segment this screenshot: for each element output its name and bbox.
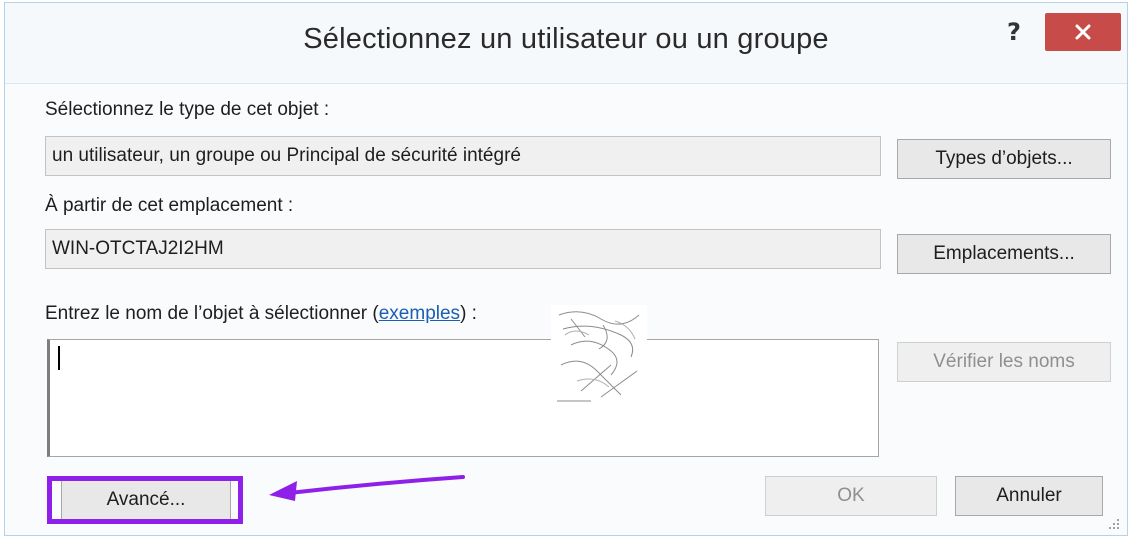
object-name-label-suffix: ) :	[460, 303, 477, 324]
check-names-button[interactable]: Vérifier les noms	[897, 342, 1111, 382]
location-field: WIN-OTCTAJ2I2HM	[45, 229, 881, 269]
location-label: À partir de cet emplacement :	[45, 195, 294, 216]
locations-button[interactable]: Emplacements...	[897, 234, 1111, 274]
object-type-label: Sélectionnez le type de cet objet :	[45, 99, 330, 120]
watermark-graphic	[551, 305, 647, 405]
help-button[interactable]: ?	[1001, 17, 1027, 47]
close-icon	[1075, 24, 1091, 40]
close-button[interactable]	[1045, 13, 1121, 51]
object-types-button[interactable]: Types d’objets...	[897, 139, 1111, 179]
examples-link[interactable]: exemples	[379, 303, 460, 324]
object-name-label-prefix: Entrez le nom de l’objet à sélectionner …	[45, 303, 379, 324]
title-bar: Sélectionnez un utilisateur ou un groupe…	[5, 3, 1127, 84]
object-type-field: un utilisateur, un groupe ou Principal d…	[45, 136, 881, 176]
resize-grip-icon[interactable]	[1107, 517, 1121, 531]
pointer-arrow-icon	[269, 475, 465, 501]
object-name-label: Entrez le nom de l’objet à sélectionner …	[45, 303, 477, 325]
advanced-button-highlight	[47, 476, 243, 524]
dialog-title: Sélectionnez un utilisateur ou un groupe	[303, 23, 829, 55]
select-user-or-group-dialog: Sélectionnez un utilisateur ou un groupe…	[4, 2, 1128, 536]
text-caret	[58, 346, 60, 370]
ok-button[interactable]: OK	[765, 476, 937, 516]
cancel-button[interactable]: Annuler	[955, 476, 1103, 516]
object-name-input[interactable]	[47, 339, 879, 457]
